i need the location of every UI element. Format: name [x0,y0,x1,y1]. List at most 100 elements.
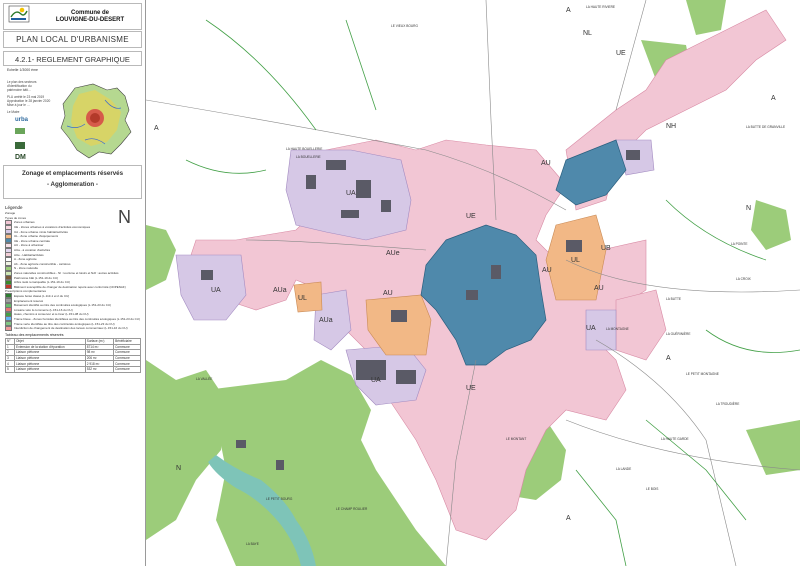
zonage-title: Zonage et emplacements réservés [21,170,124,177]
legend-label: Arbre isolé remarquable (L.151-19 du CU) [14,280,71,285]
place-name: LA POINTE [731,242,747,246]
zone-label-a: A [154,125,159,132]
commune-label: Commune de [70,10,109,16]
legend-label: Haies, chemins à conserver et à créer (L… [14,312,89,317]
legend-label: Zones naturelles constructibles - NI : t… [14,271,119,276]
place-name: LA BOUELLERIE [296,155,321,159]
legend-row: Bâtiment susceptible de changer de desti… [5,284,141,290]
note-line: Le Maire [7,110,20,114]
legend-label: Linéaire vélo & commerce (L.151-16 du CU… [14,307,73,312]
place-name: LA HAUTE RIVIERE [586,5,615,9]
place-name: LA BUTTE DE GRANVILLE [746,125,785,129]
legend-label: Espace boisé classé (L.113-1 et 2 du CU) [14,293,70,298]
legend-row: Interdiction de changement de destinatio… [5,325,141,331]
place-name: LE CHAMP ROULIER [336,507,368,511]
zone-label-ua: UA [371,377,381,384]
zone-label-a: A [566,7,571,14]
zone-label-ul: UL [571,257,580,264]
zone-label-n: N [746,205,751,212]
legend-rows: Zonage Types de zones Zones urbaines UE - Z… [5,211,141,331]
legend-label: AU - Zone à urbaniser [14,243,44,248]
zone-label-a: A [771,95,776,102]
zone-label-a: A [666,355,671,362]
zone-label-nl: NL [583,30,592,37]
legend-label: UL - Zone urbaine d'équipements [14,234,59,239]
table-row: 5 Liaison piétonne 532 m² Commune [5,366,141,373]
zoning-map[interactable]: A A A A A UE UE UE UA UA UA UA AU AU AU … [146,0,800,566]
reserved-sites-table: Tableau des emplacements réservés N° Obj… [5,333,141,373]
place-name: LA GUÉRINIÈRE [666,331,690,336]
legend-label: Emplacement réservé [14,298,44,303]
legend-label: Boisement identifié au titre des continu… [14,303,112,308]
zone-label-ue: UE [616,50,626,57]
zone-label-ua: UA [586,325,596,332]
legend: Légende Zonage Types de zones Zones urbain… [5,205,141,331]
zone-label-a: A [566,515,571,522]
zone-label-ub: UB [601,245,611,252]
table-cell: 5 [5,366,15,373]
approval-notes: Le plan des secteurs d'identification du… [7,80,52,114]
legend-label: AUe - Habitat/activités [14,252,44,257]
partner-logo-icon [15,128,25,134]
place-name: LA BUTTE [666,297,681,301]
overview-minimap [60,83,132,159]
legend-panel: Commune de LOUVIGNE-DU-DESERT PLAN LOCAL… [0,0,146,566]
legend-label: Ab - Zone agricole constructible - carri… [14,261,71,266]
zone-label-ua: UA [211,287,221,294]
commune-heading: Commune de LOUVIGNE-DU-DESERT [40,10,140,24]
table-cell: Liaison piétonne [14,366,86,373]
table-cell: 532 m² [84,366,115,373]
commune-logo-icon [8,5,30,23]
place-name: LE MONTANT [506,437,526,441]
plu-title: PLAN LOCAL D'URBANISME [16,35,129,44]
doc-title: 4.2.1- REGLEMENT GRAPHIQUE [15,55,130,64]
legend-row: Trame bleue - Zones humides identifiées … [5,316,141,322]
reserved-table: N° Objet Surface (m²) Bénéficiaire 1 Exte… [5,338,141,373]
legend-label: Bâtiment susceptible de changer de desti… [14,284,126,289]
zone-label-aue: AUe [386,250,400,257]
table-body: 1 Extension de la station d'épuration 8714… [5,343,141,373]
scale-label: Echelle 1/3000 ème [7,68,38,72]
place-name: LA MONTAGNE [606,327,629,331]
zone-label-ua: UA [346,190,356,197]
partner-logo-dm: DM [15,154,26,161]
place-name: LE BOIS [646,487,658,491]
place-name: LA BAYE [246,542,259,546]
place-name: LA TROUDIÈRE [716,401,739,406]
zone-label-au: AU [594,285,604,292]
legend-label: A - Zone agricole [14,257,37,262]
partner-logo-icon [15,142,25,149]
zone-label-au: AU [383,290,393,297]
place-name: LE VIEUX BOURG [391,24,418,28]
legend-label: UE - Zones urbaines à vocations d'activi… [14,225,91,230]
legend-label: Trame verte identifiée au titre des cont… [14,321,115,326]
zonage-subtitle: - Agglomeration - [47,181,98,188]
legend-label: N - Zone naturelle [14,266,39,271]
legend-label: UE - Zone urbaine centrale [14,238,51,243]
zone-label-aua: AUa [319,317,333,324]
zone-label-ul: UL [298,295,307,302]
note-line: patrimoine bâti… [7,88,32,92]
legend-label: Patrimoine bâti (L.151-19 du CU) [14,275,59,280]
place-name: LA CROIX [736,277,752,281]
legend-label: UA - Zone urbaine mixte habitat/activité… [14,229,68,234]
zone-label-n: N [176,465,181,472]
commune-name: LOUVIGNE-DU-DESERT [55,17,125,23]
place-name: LA LANDE [616,467,631,471]
legend-label: AUa - à vocation d'activités [14,248,51,253]
place-name: LE PETIT BOURG [266,497,293,501]
legend-label: Zonage [5,211,16,216]
zone-label-au: AU [541,160,551,167]
legend-label: Zones urbaines [14,220,35,225]
zone-label-ue: UE [466,385,476,392]
legend-label: Trame bleue - Zones humides identifiées … [14,316,140,321]
partner-logo-urba: urba [15,117,29,123]
legend-swatch [5,325,12,331]
place-name: LA HAUTE BOUELLERIE [286,147,322,151]
table-title: Tableau des emplacements réservés [5,333,64,337]
zone-label-au: AU [542,267,552,274]
zone-label-aua: AUa [273,287,287,294]
place-name: LA HAUTE GARDE [661,437,689,441]
table-cell: Commune [113,366,141,373]
place-name: LE PETIT MONTAGNE [686,372,719,376]
